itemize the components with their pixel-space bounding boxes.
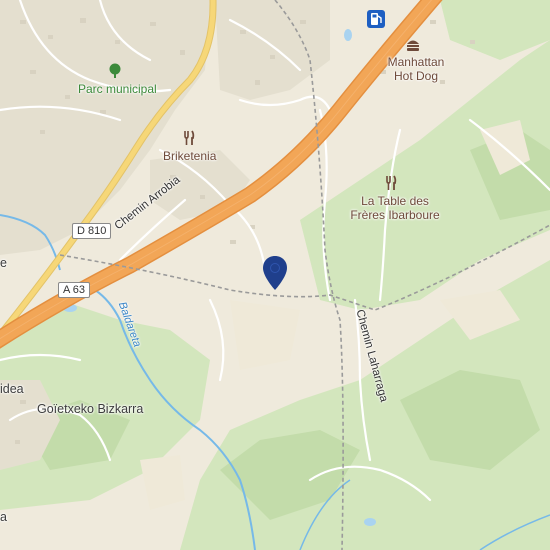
manhattan-line1: Manhattan (387, 55, 445, 69)
park-label[interactable]: Parc municipal (78, 82, 157, 96)
la-table-label[interactable]: La Table des Frères Ibarboure (335, 194, 455, 222)
fuel-pump-icon[interactable] (367, 10, 385, 28)
edge-label-e: e (0, 256, 7, 270)
fork-knife-icon[interactable] (383, 175, 399, 191)
la-table-line1: La Table des (361, 194, 429, 208)
fork-knife-icon[interactable] (181, 130, 197, 146)
road-shield-d810: D 810 (72, 223, 112, 239)
map-view[interactable]: Parc municipal Manhattan Hot Dog Brikete… (0, 0, 550, 550)
edge-label-a: a (0, 510, 7, 524)
burger-icon[interactable] (405, 37, 421, 53)
idea-fragment-label: idea (0, 382, 24, 396)
road-shield-a63: A 63 (58, 282, 91, 298)
manhattan-line2: Hot Dog (393, 69, 439, 83)
tree-icon[interactable] (107, 63, 123, 79)
la-table-line2: Frères Ibarboure (350, 208, 440, 222)
briketenia-label[interactable]: Briketenia (163, 149, 216, 163)
manhattan-hot-dog-label[interactable]: Manhattan Hot Dog (376, 55, 456, 83)
goietxeko-bizkarra-label[interactable]: Goïetxeko Bizkarra (37, 402, 143, 416)
location-pin-icon[interactable] (263, 256, 287, 290)
